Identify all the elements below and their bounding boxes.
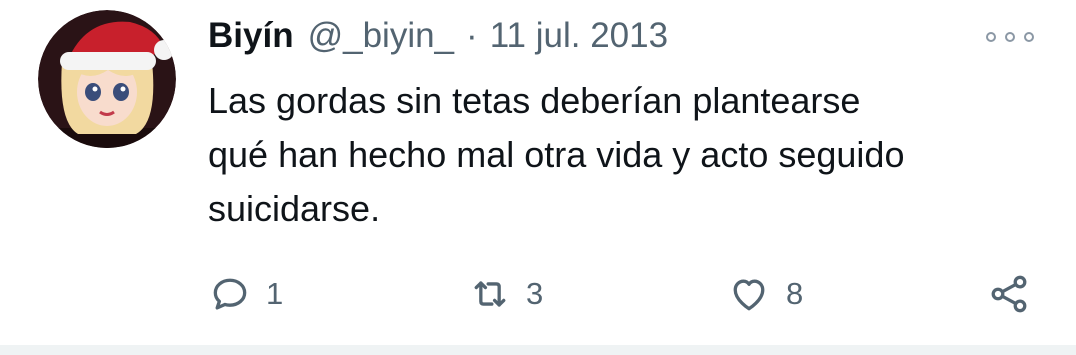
more-options-icon[interactable] bbox=[986, 26, 1034, 48]
reply-count: 1 bbox=[266, 276, 284, 311]
separator: · bbox=[466, 16, 478, 55]
reply-icon bbox=[213, 278, 247, 310]
retweet-icon bbox=[474, 281, 506, 307]
like-button[interactable]: 8 bbox=[726, 266, 803, 322]
christmas-cartoon-girl-avatar bbox=[38, 10, 176, 148]
tweet-text-line: suicidarse. bbox=[208, 188, 381, 229]
tweet-date[interactable]: 11 jul. 2013 bbox=[490, 14, 668, 58]
action-bar: 1 3 8 bbox=[0, 266, 1076, 322]
share-icon bbox=[991, 275, 1027, 313]
avatar[interactable] bbox=[38, 10, 176, 148]
tweet-text-line: Las gordas sin tetas deberían plantearse bbox=[208, 80, 861, 121]
tweet-header: Biyín @_biyin_ · 11 jul. 2013 bbox=[208, 14, 668, 58]
tweet-text-line: qué han hecho mal otra vida y acto segui… bbox=[208, 134, 905, 175]
like-count: 8 bbox=[786, 276, 804, 311]
heart-icon bbox=[733, 279, 765, 311]
tweet-card[interactable]: Biyín @_biyin_ · 11 jul. 2013 Las gordas… bbox=[0, 0, 1076, 345]
user-handle[interactable]: @_biyin_ bbox=[308, 14, 454, 58]
retweet-button[interactable]: 3 bbox=[468, 266, 543, 322]
reply-button[interactable]: 1 bbox=[208, 266, 283, 322]
retweet-count: 3 bbox=[526, 276, 544, 311]
share-button[interactable] bbox=[986, 266, 1032, 322]
tweet-text: Las gordas sin tetas deberían plantearse… bbox=[208, 74, 1028, 236]
display-name[interactable]: Biyín bbox=[208, 14, 294, 58]
divider bbox=[0, 345, 1076, 355]
